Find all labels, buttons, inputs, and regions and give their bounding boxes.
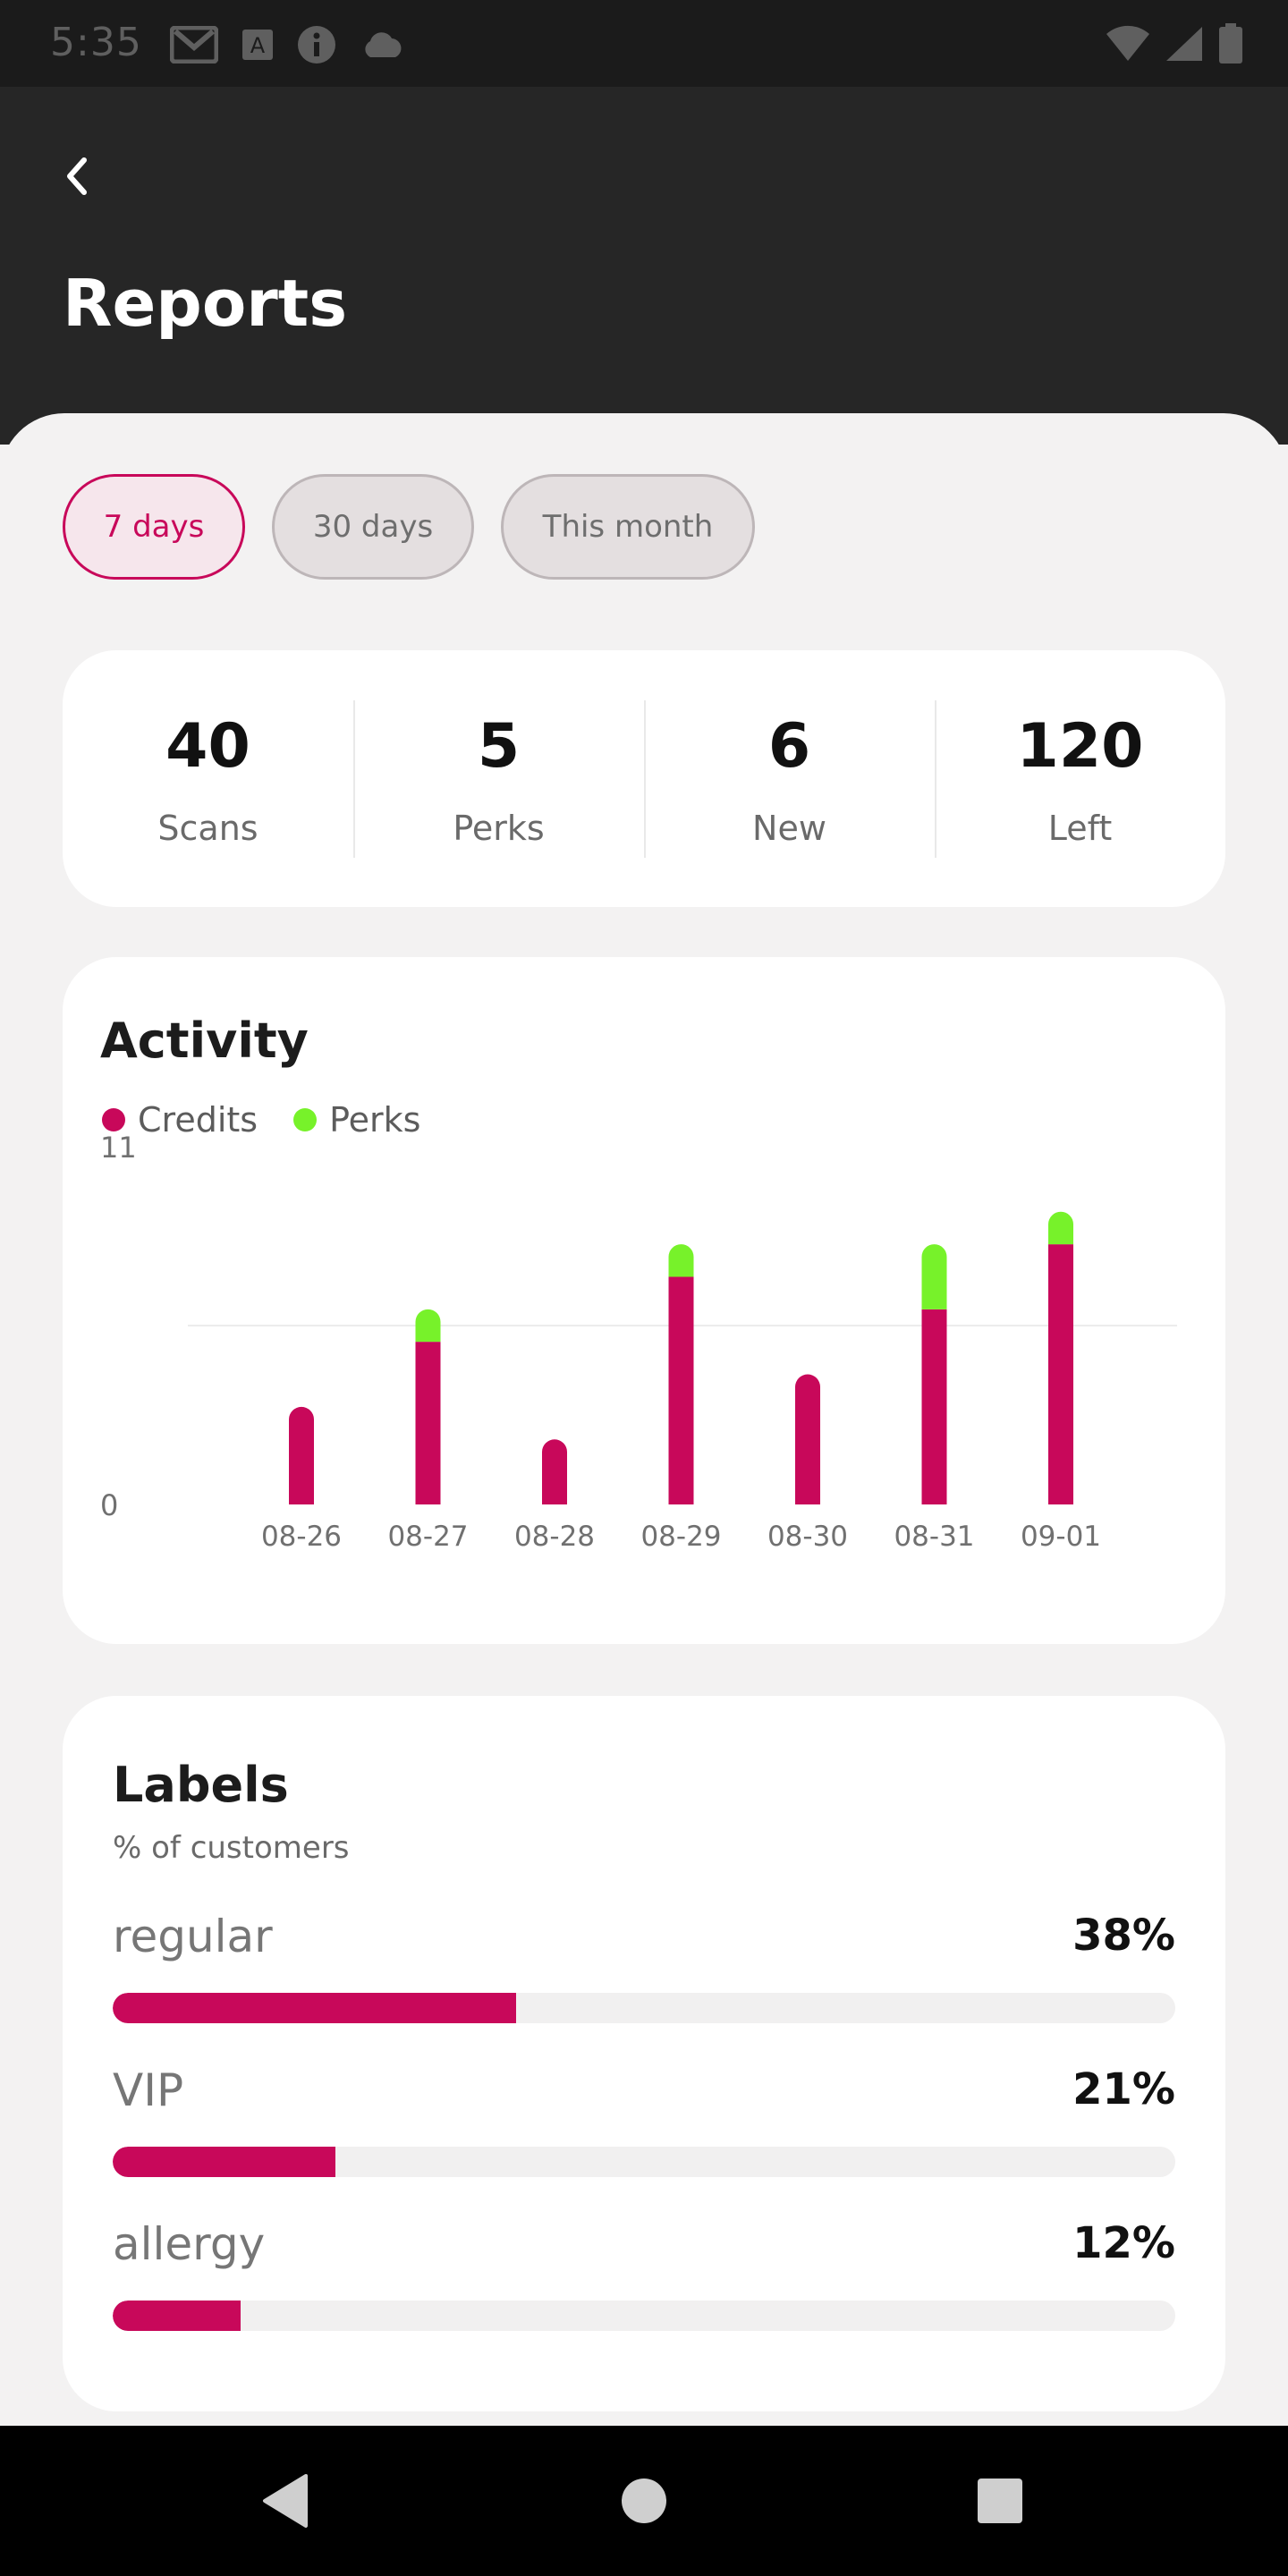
cloud-icon xyxy=(365,32,402,57)
label-bar-track xyxy=(113,1993,1175,2023)
font-a-icon: A xyxy=(242,30,273,60)
stats-card: 40 Scans 5 Perks 6 New 120 Left xyxy=(63,650,1225,907)
nav-home-button[interactable] xyxy=(608,2465,680,2537)
app-header: Reports xyxy=(0,87,1288,445)
label-bar-track xyxy=(113,2147,1175,2177)
status-time: 5:35 xyxy=(50,20,142,65)
bar-credits xyxy=(795,1374,820,1504)
x-tick-label: 08-26 xyxy=(261,1521,342,1553)
status-left-icons: A xyxy=(170,25,404,64)
x-tick-label: 08-30 xyxy=(767,1521,848,1553)
x-tick-label: 08-27 xyxy=(387,1521,468,1553)
label-bar-fill xyxy=(113,2147,336,2177)
stat-label: Left xyxy=(1047,808,1113,848)
stat-new: 6 New xyxy=(644,699,935,858)
y-tick-label: 0 xyxy=(100,1488,118,1522)
content-sheet: 7 days 30 days This month 40 Scans 5 Per… xyxy=(0,413,1288,2426)
recents-square-icon xyxy=(978,2479,1022,2523)
chevron-left-icon xyxy=(67,157,87,195)
status-bar: 5:35 A xyxy=(0,0,1288,87)
bar-group xyxy=(1048,1211,1073,1504)
activity-card: Activity Credits Perks 11 0 08-26 08-27 08-2… xyxy=(63,957,1225,1644)
label-bar-fill xyxy=(113,2301,241,2331)
wifi-icon xyxy=(1106,25,1149,61)
stat-value: 5 xyxy=(477,710,521,782)
filter-chip-7-days[interactable]: 7 days xyxy=(63,474,245,580)
label-bar-track xyxy=(113,2301,1175,2331)
activity-chart: 11 0 08-26 08-27 08-28 08-29 08-30 08-31 09-01 xyxy=(100,1131,1177,1553)
bar-group xyxy=(795,1374,820,1504)
bar-perks xyxy=(415,1309,441,1343)
bar-group xyxy=(289,1406,314,1504)
stat-label: Perks xyxy=(453,808,545,848)
bar-group xyxy=(415,1309,441,1504)
x-tick-label: 08-31 xyxy=(894,1521,974,1553)
bar-credits xyxy=(542,1439,567,1504)
signal-icon xyxy=(1166,27,1202,61)
bar-credits xyxy=(921,1309,947,1504)
label-percent: 38% xyxy=(1072,1911,1175,1961)
x-tick-label: 08-29 xyxy=(640,1521,721,1553)
stat-scans: 40 Scans xyxy=(63,700,353,858)
home-circle-icon xyxy=(622,2479,666,2523)
labels-subtitle: % of customers xyxy=(113,1830,350,1866)
info-icon xyxy=(298,26,335,64)
x-tick-label: 09-01 xyxy=(1021,1521,1101,1553)
gmail-icon xyxy=(170,26,218,64)
label-name: allergy xyxy=(113,2218,266,2270)
stat-label: New xyxy=(752,808,826,848)
nav-recents-button[interactable] xyxy=(964,2465,1036,2537)
stat-value: 6 xyxy=(767,710,811,782)
labels-card: Labels % of customers regular 38% VIP 21… xyxy=(63,1696,1225,2411)
bar-group xyxy=(542,1439,567,1504)
y-tick-label: 11 xyxy=(100,1131,137,1165)
stat-left: 120 Left xyxy=(935,699,1225,858)
x-tick-label: 08-28 xyxy=(514,1521,595,1553)
bar-group xyxy=(668,1244,694,1504)
stat-value: 120 xyxy=(1016,710,1144,782)
battery-icon xyxy=(1219,23,1242,64)
stat-value: 40 xyxy=(165,710,250,782)
range-filter: 7 days 30 days This month xyxy=(63,474,755,580)
bar-perks xyxy=(668,1244,694,1277)
bar-credits xyxy=(415,1342,441,1504)
labels-title: Labels xyxy=(113,1757,289,1813)
bar-credits xyxy=(668,1276,694,1504)
bar-perks xyxy=(1048,1211,1073,1245)
bar-group xyxy=(921,1244,947,1504)
back-triangle-icon xyxy=(263,2474,308,2528)
bar-credits xyxy=(289,1406,314,1504)
page-title: Reports xyxy=(63,266,348,341)
back-button[interactable] xyxy=(52,151,102,201)
filter-chip-this-month[interactable]: This month xyxy=(501,474,755,580)
label-name: regular xyxy=(113,1911,273,1962)
bar-perks xyxy=(921,1244,947,1309)
label-percent: 12% xyxy=(1072,2218,1175,2268)
label-percent: 21% xyxy=(1072,2064,1175,2114)
system-nav-bar xyxy=(0,2426,1288,2576)
bar-credits xyxy=(1048,1244,1073,1504)
nav-back-button[interactable] xyxy=(249,2465,320,2537)
status-right-icons xyxy=(1106,23,1243,64)
svg-text:A: A xyxy=(250,33,266,58)
stat-perks: 5 Perks xyxy=(353,699,644,858)
stat-label: Scans xyxy=(157,808,258,848)
filter-chip-30-days[interactable]: 30 days xyxy=(272,474,474,580)
label-name: VIP xyxy=(113,2064,184,2116)
label-bar-fill xyxy=(113,1993,517,2023)
